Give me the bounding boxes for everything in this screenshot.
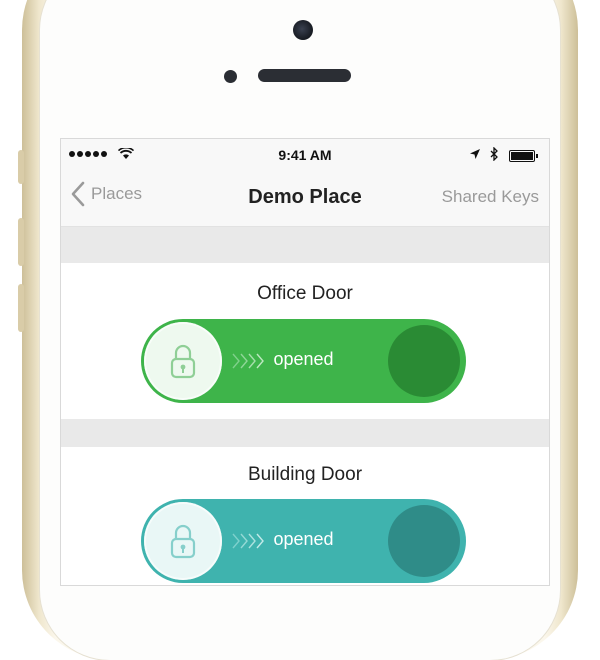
section-separator [61,419,549,447]
swipe-hint-icon [231,352,271,370]
status-bar: 9:41 AM [61,139,549,169]
chevron-left-icon [71,181,85,207]
slider-target [388,505,460,577]
front-camera [293,20,313,40]
navigation-bar: Places Demo Place Shared Keys [61,169,549,227]
slider-target [388,325,460,397]
door-name: Office Door [257,283,353,304]
door-card: Office Door opened [61,263,549,419]
proximity-sensor [224,70,237,83]
volume-down-button [18,284,24,332]
door-card: Building Door opened [61,447,549,585]
back-button-label: Places [91,184,143,203]
phone-screen: 9:41 AM Places Demo Place Shared Keys Of… [61,139,549,585]
section-separator [61,227,549,263]
back-button[interactable]: Places [71,181,142,207]
bluetooth-icon [490,147,498,161]
shared-keys-button[interactable]: Shared Keys [442,187,539,207]
slider-knob[interactable] [144,322,222,400]
battery-icon [509,150,538,162]
unlock-slider[interactable]: opened [141,319,466,403]
padlock-icon [170,344,196,379]
slider-knob[interactable] [144,502,222,580]
door-name: Building Door [247,464,363,485]
swipe-hint-icon [231,532,271,550]
earpiece-speaker [258,69,351,82]
padlock-icon [170,524,196,559]
unlock-slider[interactable]: opened [141,499,466,583]
volume-up-button [18,218,24,266]
mute-switch [18,150,24,184]
location-arrow-icon [470,149,480,159]
